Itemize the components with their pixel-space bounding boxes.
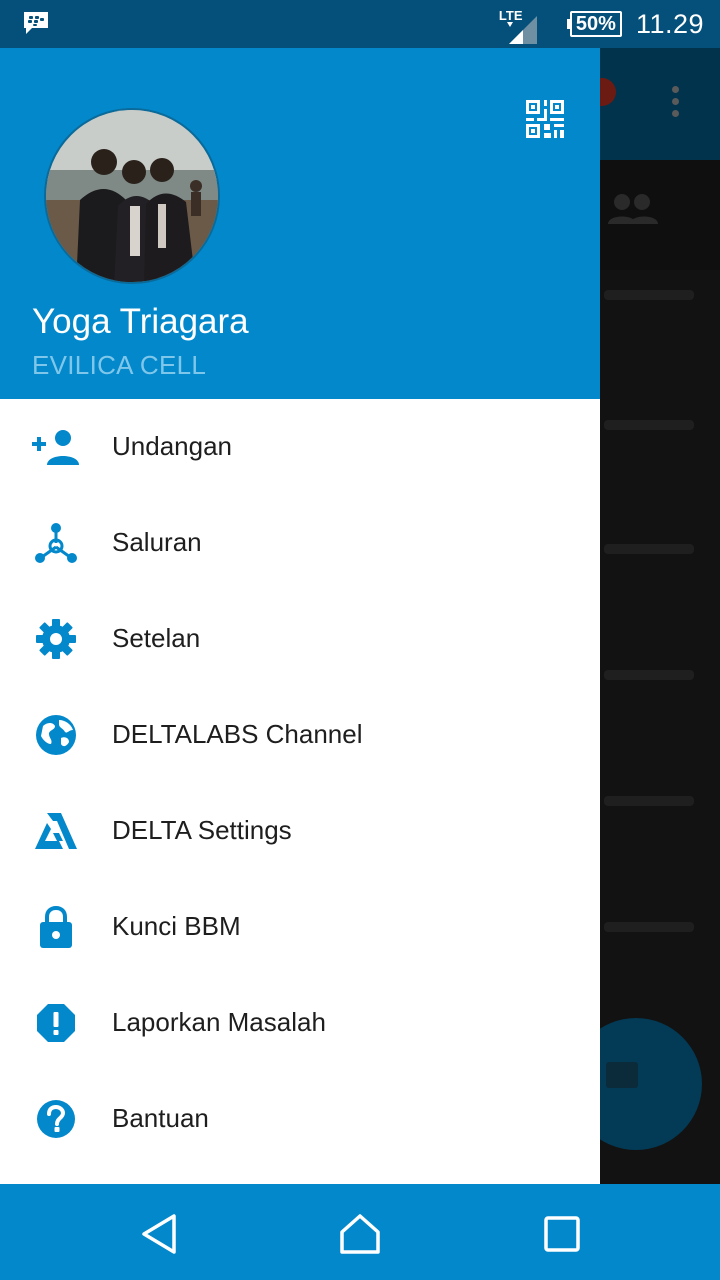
background-badge: [600, 78, 616, 106]
menu-item-label: Laporkan Masalah: [112, 1007, 326, 1037]
menu-item-saluran[interactable]: Saluran: [0, 495, 600, 591]
background-row: [604, 538, 704, 558]
recents-icon: [544, 1216, 580, 1252]
menu-item-label: Bantuan: [112, 1103, 209, 1133]
background-row: [604, 664, 704, 684]
signal-icon: LTE: [499, 4, 539, 44]
globe-icon: [32, 713, 80, 757]
menu-item-label: Kunci BBM: [112, 911, 241, 941]
background-tabs: [600, 160, 720, 270]
menu-item-label: Saluran: [112, 527, 202, 557]
drawer-header: Yoga Triagara EVILICA CELL: [0, 48, 600, 399]
menu-item-label: DELTA Settings: [112, 815, 292, 845]
background-row: [604, 414, 704, 434]
background-toolbar: [600, 48, 720, 160]
menu-item-label: Setelan: [112, 623, 201, 653]
navigation-drawer: Yoga Triagara EVILICA CELL Undangan Salu…: [0, 48, 600, 1184]
home-button[interactable]: [338, 1212, 382, 1256]
menu-item-label: Undangan: [112, 431, 232, 461]
report-problem-icon: [32, 1001, 80, 1045]
menu-item-undangan[interactable]: Undangan: [0, 399, 600, 495]
menu-item-deltalabs-channel[interactable]: DELTALABS Channel: [0, 687, 600, 783]
background-app-scrim[interactable]: [600, 48, 720, 1184]
gear-icon: [32, 617, 80, 661]
new-chat-fab: [600, 1018, 702, 1150]
recents-button[interactable]: [540, 1212, 584, 1256]
clock: 11.29: [635, 8, 704, 39]
menu-item-kunci-bbm[interactable]: Kunci BBM: [0, 879, 600, 975]
home-icon: [340, 1214, 380, 1254]
menu-item-setelan[interactable]: Setelan: [0, 591, 600, 687]
bbm-notification-icon: [22, 10, 50, 41]
system-navigation-bar: [0, 1184, 720, 1280]
status-bar: LTE 50% 11.29: [0, 0, 720, 48]
battery-indicator: 50%: [566, 11, 622, 37]
back-button[interactable]: [138, 1212, 182, 1256]
lock-icon: [32, 905, 80, 949]
background-row: [604, 790, 704, 810]
overflow-menu-icon: [672, 86, 680, 122]
menu-item-label: DELTALABS Channel: [112, 719, 363, 749]
menu-item-delta-settings[interactable]: DELTA Settings: [0, 783, 600, 879]
background-row: [604, 284, 704, 304]
avatar[interactable]: [44, 108, 220, 284]
help-icon: [32, 1097, 80, 1141]
delta-logo-icon: [32, 809, 80, 853]
profile-name: Yoga Triagara: [32, 302, 249, 341]
menu-item-bantuan[interactable]: Bantuan: [0, 1071, 600, 1167]
background-row: [604, 916, 704, 936]
drawer-menu: Undangan Saluran Setelan DELTALABS Chann…: [0, 399, 600, 1167]
add-person-icon: [32, 425, 80, 469]
channels-icon: [32, 521, 80, 565]
qr-code-icon[interactable]: [526, 100, 564, 138]
menu-item-laporkan-masalah[interactable]: Laporkan Masalah: [0, 975, 600, 1071]
profile-status: EVILICA CELL: [32, 350, 207, 380]
battery-level: 50%: [569, 11, 622, 37]
back-icon: [142, 1214, 176, 1254]
